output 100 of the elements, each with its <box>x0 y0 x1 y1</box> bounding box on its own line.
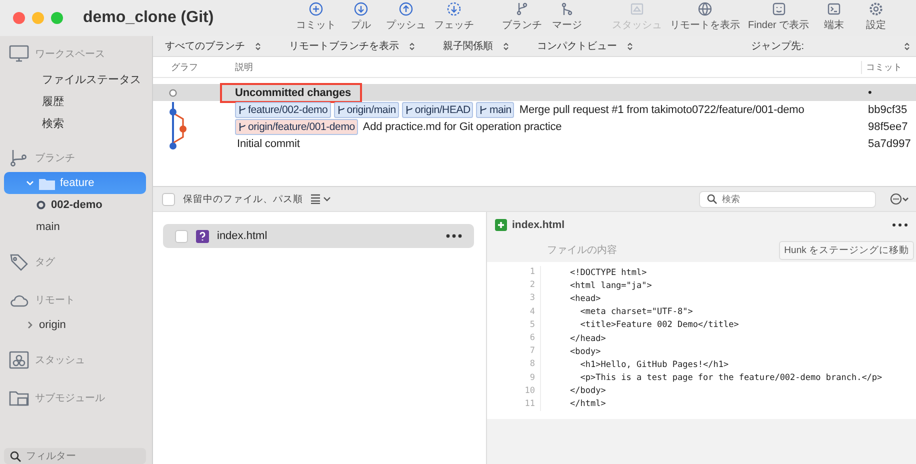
line-number: 10 <box>487 384 541 398</box>
more-icon[interactable] <box>446 234 462 238</box>
branch-icon <box>479 104 488 114</box>
settings-icon <box>869 2 884 16</box>
code-line: <body> <box>569 346 601 357</box>
ref-label: origin/main <box>334 102 399 118</box>
toolbar-button[interactable]: 端末 <box>814 1 854 33</box>
toolbar-button[interactable]: プッシュ <box>383 1 429 33</box>
updown-icon <box>627 42 633 50</box>
stash-icon <box>9 351 29 369</box>
globe-icon <box>698 2 712 16</box>
code-line: <title>Feature 002 Demo</title> <box>579 320 739 330</box>
line-number: 6 <box>487 332 541 346</box>
line-number: 4 <box>487 306 541 319</box>
tray-icon <box>630 2 644 16</box>
hunk-header: ファイルの内容 <box>547 244 618 257</box>
branch-icon <box>238 104 247 114</box>
select-all-checkbox[interactable] <box>162 192 175 206</box>
commit-graph-drawing <box>169 89 187 150</box>
ref-label: origin/feature/001-demo <box>235 118 358 134</box>
code-line: <head> <box>569 294 601 304</box>
folder-icon <box>39 176 55 190</box>
sort-dropdown[interactable]: 保留中のファイル、パス順 <box>183 192 303 206</box>
ref-label: origin/HEAD <box>402 102 474 118</box>
code-line: </html> <box>569 399 606 410</box>
sidebar-item[interactable]: origin <box>4 314 146 336</box>
updown-icon <box>409 42 415 50</box>
code-line: <h1>Hello, GitHub Pages!</h1> <box>579 360 729 370</box>
folder-icon <box>9 389 29 407</box>
filter-dropdown[interactable]: コンパクトビュー <box>537 39 633 53</box>
added-file-icon <box>495 219 507 231</box>
chevron-icon <box>26 179 34 187</box>
commit-row[interactable]: origin/feature/001-demo Add practice.md for Git operation practice 98f5ee7 <box>153 118 916 135</box>
tag-icon <box>9 253 29 271</box>
filter-field[interactable]: フィルター <box>26 450 136 462</box>
toolbar-button[interactable]: Finder で表示 <box>745 1 812 33</box>
commit-hash: 5a7d997 <box>867 138 912 150</box>
ref-label: main <box>476 102 514 118</box>
plus-circle-icon <box>309 2 323 16</box>
commit-row[interactable]: Initial commit 5a7d997 <box>153 135 916 152</box>
close-button[interactable] <box>13 12 25 24</box>
filter-box[interactable]: フィルター <box>4 448 146 464</box>
section-heading: リモート <box>35 294 75 307</box>
line-number: 8 <box>487 358 541 372</box>
code-line: <html lang="ja"> <box>569 280 652 291</box>
list-view-icon[interactable] <box>311 194 333 204</box>
line-number: 7 <box>487 345 541 358</box>
sidebar-item[interactable]: 検索 <box>4 112 146 134</box>
commit-message: Initial commit <box>236 138 301 150</box>
updown-icon[interactable] <box>904 42 910 50</box>
branch-icon <box>404 104 414 114</box>
line-number: 1 <box>487 266 541 280</box>
toolbar-button[interactable]: 設定 <box>856 1 896 33</box>
code-line: <meta charset="UTF-8"> <box>579 307 693 318</box>
code-line: <!DOCTYPE html> <box>569 268 647 278</box>
monitor-icon <box>9 45 29 63</box>
file-checkbox[interactable] <box>175 230 188 242</box>
toolbar-button[interactable]: フェッチ <box>431 1 477 33</box>
jump-label: ジャンプ先: <box>751 40 804 53</box>
branch-icon <box>515 2 529 16</box>
commit-hash: bb9cf35 <box>867 104 908 116</box>
commit-row[interactable]: feature/002-demo origin/main origin/HEAD main Merge pull request #1 from takimoto0722/feature/001-demo bb9cf35 <box>153 101 916 118</box>
commit-message: Uncommitted changes <box>223 86 360 100</box>
more-icon[interactable] <box>892 223 908 227</box>
search-icon <box>707 194 717 204</box>
search-box[interactable]: 検索 <box>699 190 876 208</box>
search-icon <box>10 450 21 462</box>
sidebar-item[interactable]: 履歴 <box>4 90 146 112</box>
window-title: demo_clone (Git) <box>83 9 215 27</box>
chevron-icon <box>26 321 34 329</box>
section-heading: ワークスペース <box>35 48 105 61</box>
toolbar-button[interactable]: マージ <box>547 1 587 33</box>
updown-icon <box>503 42 509 50</box>
terminal-icon <box>827 2 842 16</box>
filter-dropdown[interactable]: リモートブランチを表示 <box>289 39 415 53</box>
toolbar-button[interactable]: コミット <box>293 1 339 33</box>
toolbar-button[interactable]: プル <box>341 1 381 33</box>
column-header[interactable]: 説明 <box>235 60 861 74</box>
file-row[interactable]: index.html <box>163 224 474 248</box>
branch-icon <box>9 149 29 167</box>
sidebar-item[interactable]: ファイルステータス <box>4 68 146 90</box>
section-heading: スタッシュ <box>35 354 85 367</box>
toolbar-button[interactable]: リモートを表示 <box>667 1 743 33</box>
toolbar-button[interactable]: ブランチ <box>499 1 545 33</box>
section-heading: ブランチ <box>35 152 75 165</box>
filter-dropdown[interactable]: すべてのブランチ <box>165 39 261 53</box>
stage-hunk-button[interactable]: Hunk をステージングに移動 <box>779 240 914 260</box>
commit-hash: • <box>867 86 873 98</box>
line-number: 9 <box>487 372 541 385</box>
commit-message: Add practice.md for Git operation practice <box>362 120 563 132</box>
branch-icon <box>336 104 346 114</box>
filter-dropdown[interactable]: 親子関係順 <box>443 39 509 53</box>
sidebar-item[interactable]: 002-demo <box>4 194 146 216</box>
commit-row[interactable]: Uncommitted changes • <box>153 84 916 101</box>
column-header[interactable]: グラフ <box>153 60 235 74</box>
sidebar-item[interactable]: main <box>4 216 146 238</box>
line-number: 11 <box>487 398 541 412</box>
options-icon[interactable] <box>890 193 910 205</box>
column-header[interactable]: コミット <box>861 60 916 74</box>
branch-icon <box>238 122 247 132</box>
